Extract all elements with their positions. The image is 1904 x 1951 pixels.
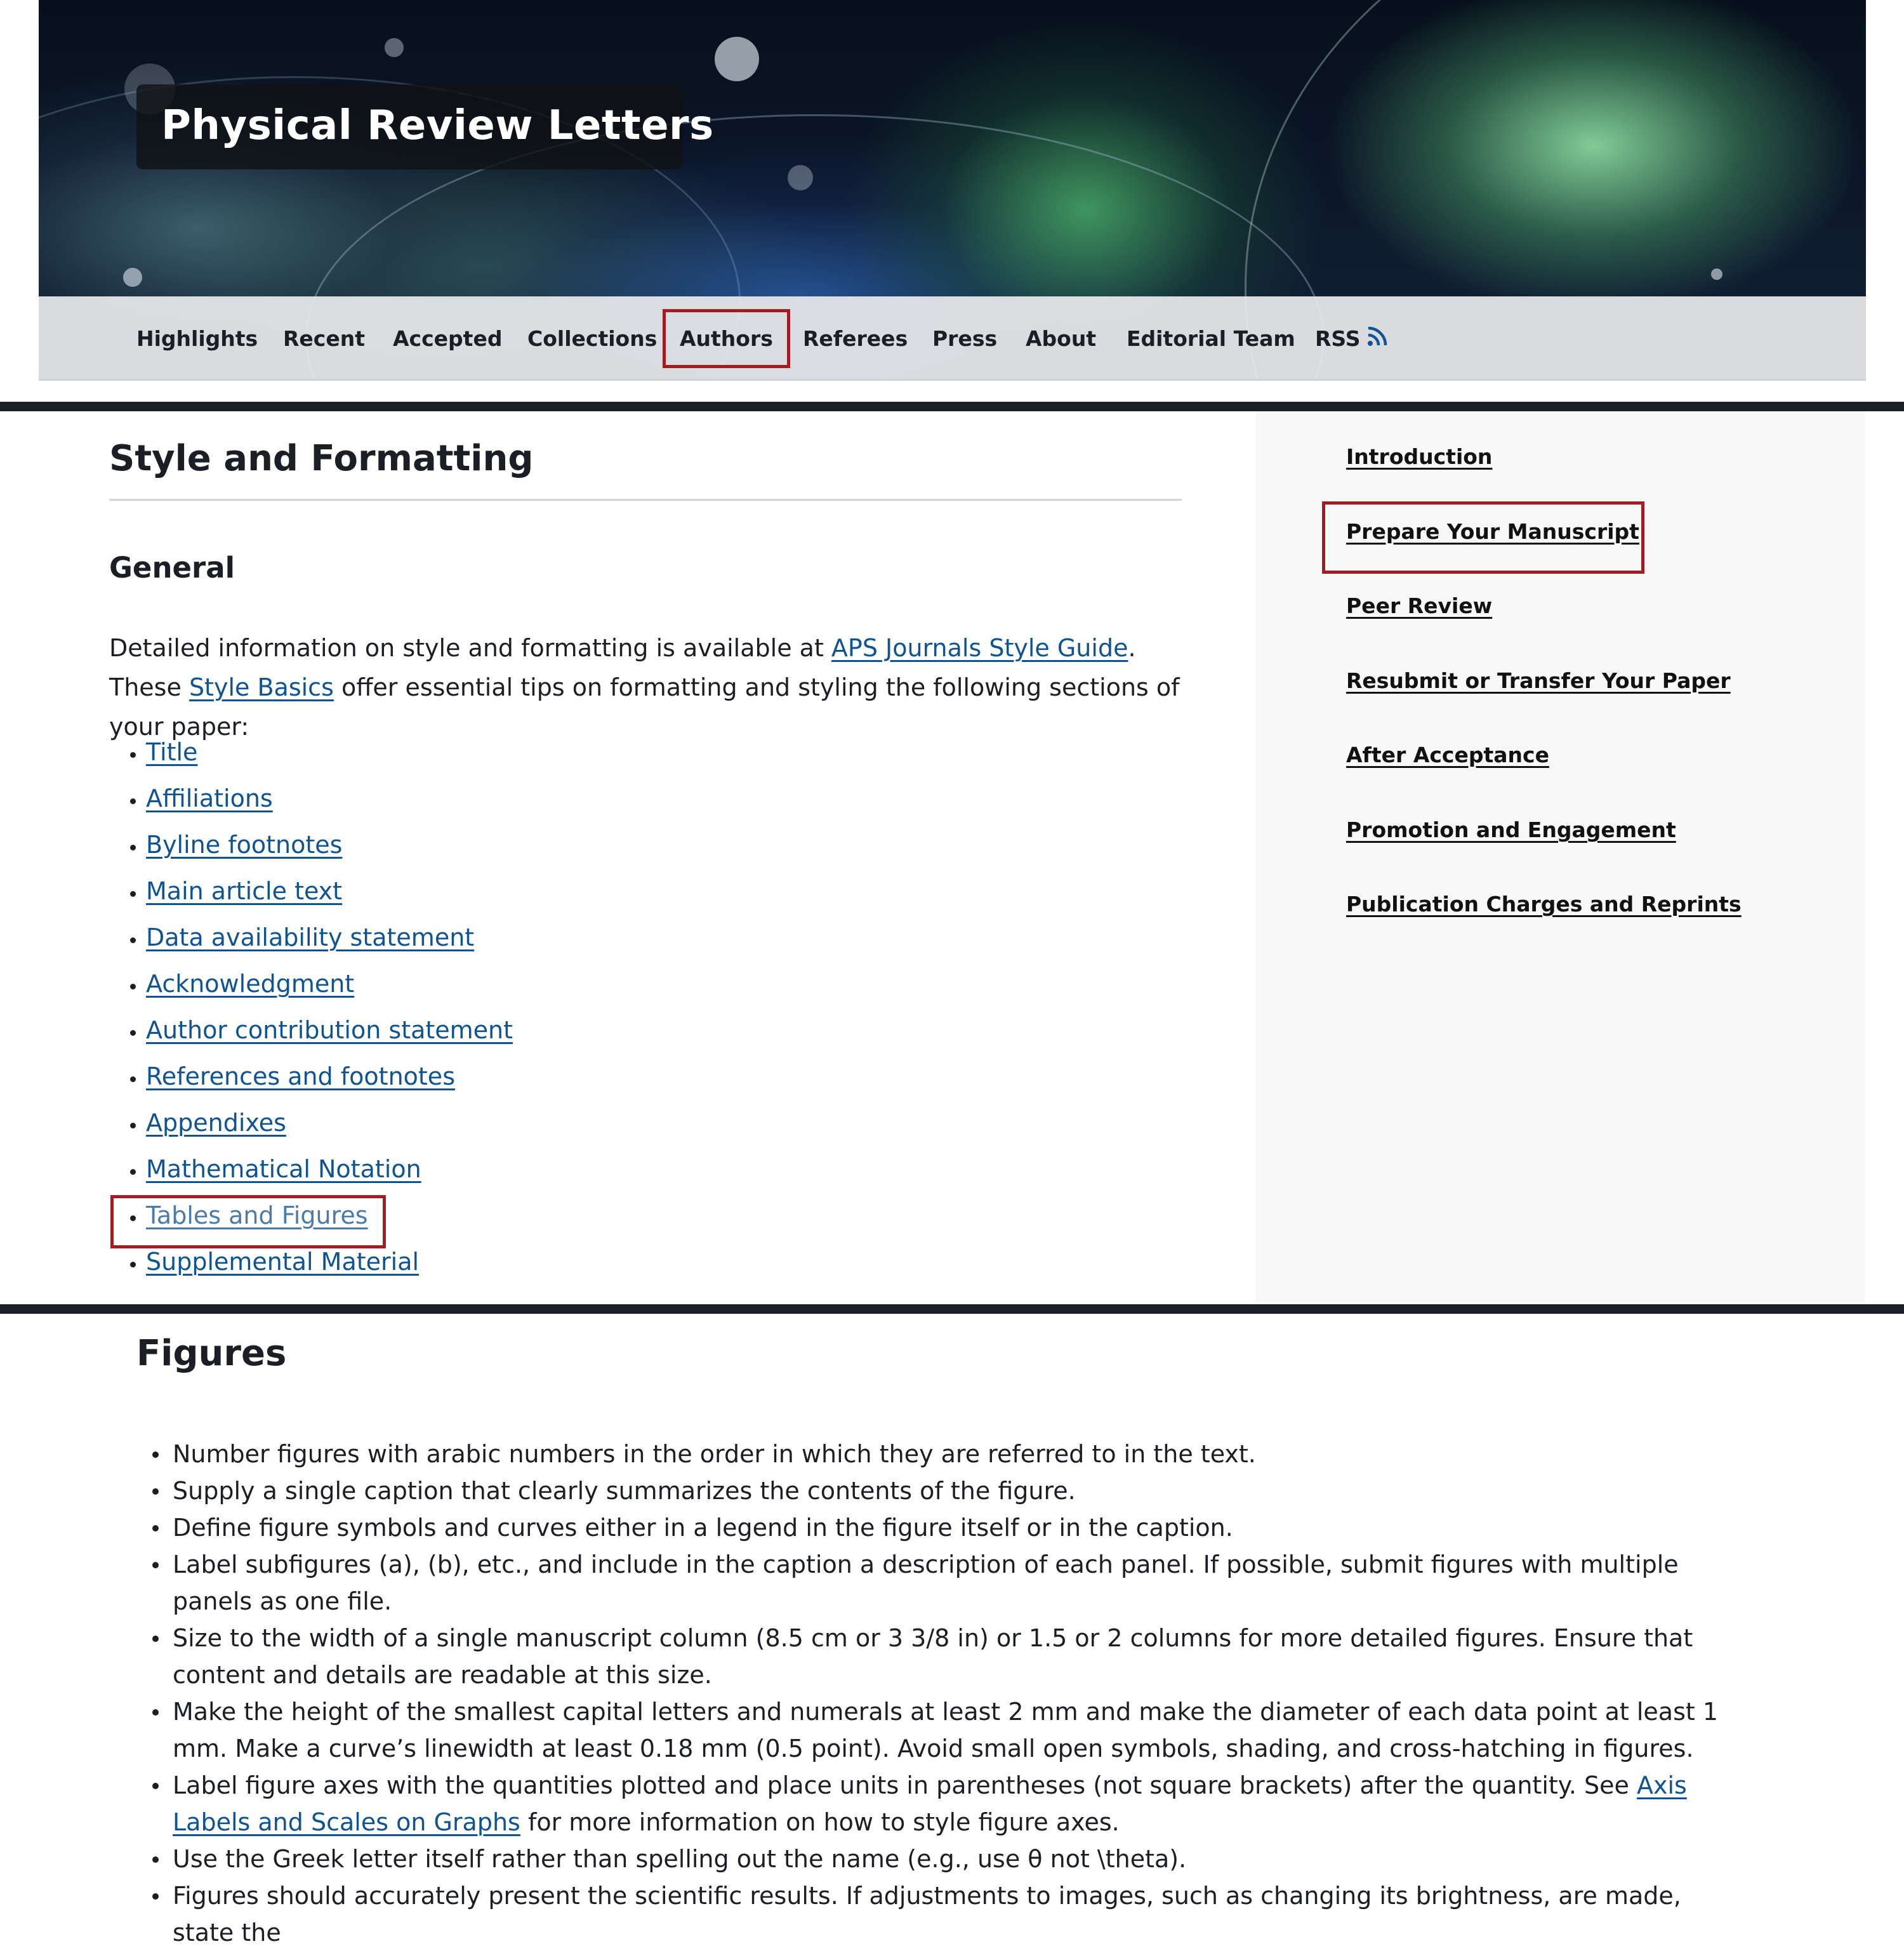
intro-paragraph: Detailed information on style and format… [109,628,1182,746]
nav-press[interactable]: Press [932,326,997,351]
journal-title-box: Physical Review Letters [136,84,713,169]
bokeh-dot [715,37,759,81]
page-title: Style and Formatting [109,438,534,479]
section-divider [0,1304,1904,1314]
list-item: Supplemental Material [109,1246,513,1292]
list-item: References and footnotes [109,1061,513,1107]
journal-nav: Highlights Recent Accepted Collections A… [39,296,1866,381]
figures-guidelines-list: Number figures with arabic numbers in th… [136,1436,1749,1951]
sidebar-item-after-acceptance[interactable]: After Acceptance [1346,743,1549,767]
section-link-byline-footnotes[interactable]: Byline footnotes [146,831,342,859]
section-link-references[interactable]: References and footnotes [146,1062,455,1090]
list-item: Data availability statement [109,922,513,968]
nav-collections[interactable]: Collections [527,326,657,351]
list-item: Define figure symbols and curves either … [136,1509,1749,1546]
list-item: Supply a single caption that clearly sum… [136,1472,1749,1509]
figures-section: Figures Number figures with arabic numbe… [136,1333,1749,1947]
nav-authors[interactable]: Authors [663,309,790,368]
list-item-text: Label figure axes with the quantities pl… [173,1771,1637,1799]
list-item: Byline footnotes [109,829,513,875]
nav-highlights[interactable]: Highlights [136,326,258,351]
nav-recent[interactable]: Recent [283,326,365,351]
aps-style-guide-link[interactable]: APS Journals Style Guide [831,634,1128,662]
section-title-general: General [109,551,235,585]
nav-about[interactable]: About [1026,326,1096,351]
list-item: Appendixes [109,1107,513,1153]
section-link-title[interactable]: Title [146,738,197,766]
list-item: Number figures with arabic numbers in th… [136,1436,1749,1472]
bokeh-dot [385,38,404,57]
nav-referees[interactable]: Referees [803,326,908,351]
section-divider [0,402,1904,411]
sidebar-item-publication-charges[interactable]: Publication Charges and Reprints [1346,892,1742,916]
list-item: Label subfigures (a), (b), etc., and inc… [136,1546,1749,1620]
highlight-box-tables-and-figures [110,1195,386,1248]
figures-title: Figures [136,1333,287,1374]
section-link-affiliations[interactable]: Affiliations [146,784,273,812]
list-item: Size to the width of a single manuscript… [136,1620,1749,1693]
nav-rss[interactable]: RSS [1315,326,1360,351]
list-item: Affiliations [109,783,513,829]
sidebar-item-promotion-engagement[interactable]: Promotion and Engagement [1346,817,1676,842]
section-link-author-contribution[interactable]: Author contribution statement [146,1016,513,1044]
list-item: Make the height of the smallest capital … [136,1693,1749,1767]
list-item: Use the Greek letter itself rather than … [136,1841,1749,1877]
list-item: Label figure axes with the quantities pl… [136,1767,1749,1841]
sidebar-item-introduction[interactable]: Introduction [1346,444,1492,469]
section-link-data-availability[interactable]: Data availability statement [146,923,474,951]
journal-banner: Physical Review Letters Highlights Recen… [39,0,1866,381]
list-item-text: for more information on how to style fig… [520,1808,1120,1836]
section-link-appendixes[interactable]: Appendixes [146,1109,286,1137]
sidebar-item-resubmit-transfer[interactable]: Resubmit or Transfer Your Paper [1346,668,1731,693]
list-item: Author contribution statement [109,1014,513,1061]
list-item: Figures should accurately present the sc… [136,1877,1749,1951]
intro-text: Detailed information on style and format… [109,634,831,662]
list-item: Mathematical Notation [109,1153,513,1200]
nav-accepted[interactable]: Accepted [393,326,502,351]
list-item: Title [109,736,513,783]
section-link-main-article-text[interactable]: Main article text [146,877,342,905]
nav-editorial-team[interactable]: Editorial Team [1127,326,1295,351]
list-item: Main article text [109,875,513,922]
section-link-supplemental-material[interactable]: Supplemental Material [146,1248,419,1276]
section-link-mathematical-notation[interactable]: Mathematical Notation [146,1155,421,1183]
title-divider [109,499,1182,501]
highlight-box-prepare-manuscript [1322,501,1644,574]
main-content: Style and Formatting General Detailed in… [109,438,1182,1276]
section-link-acknowledgment[interactable]: Acknowledgment [146,970,354,998]
rss-icon[interactable] [1366,324,1389,347]
sidebar-item-peer-review[interactable]: Peer Review [1346,593,1492,618]
list-item: Acknowledgment [109,968,513,1014]
journal-title[interactable]: Physical Review Letters [161,102,714,149]
author-sidebar: Introduction Prepare Your Manuscript Pee… [1255,411,1865,1304]
style-basics-link[interactable]: Style Basics [189,673,334,701]
